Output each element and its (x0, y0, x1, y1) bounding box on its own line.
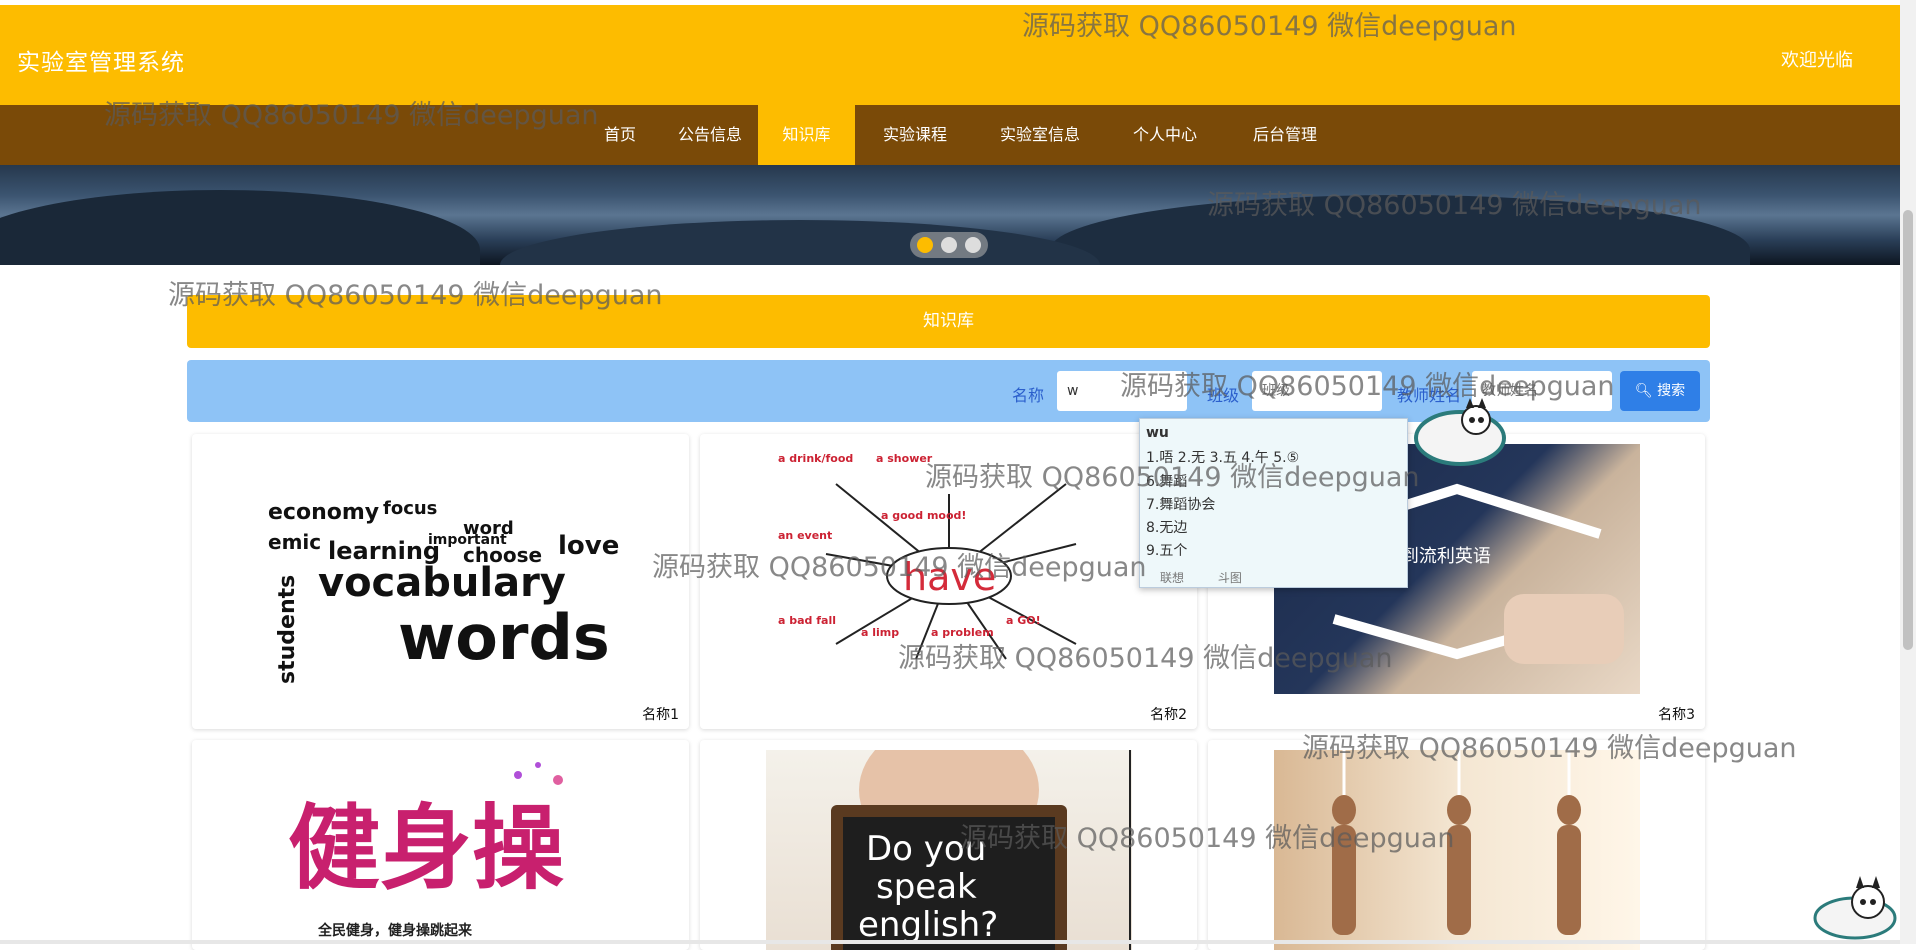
card-caption: 名称3 (1658, 707, 1695, 723)
svg-text:english?: english? (858, 905, 998, 945)
svg-text:a bad fall: a bad fall (778, 614, 836, 627)
svg-text:全民健身，健身操跳起来: 全民健身，健身操跳起来 (317, 922, 473, 939)
ime-candidate[interactable]: 7.舞蹈协会 (1146, 494, 1215, 514)
scrollbar-thumb[interactable] (1903, 210, 1913, 650)
card-image: have a drink/food a shower an event a good… (766, 444, 1132, 694)
svg-text:vocabulary: vocabulary (318, 560, 566, 606)
nav-personal-center[interactable]: 个人中心 (1115, 105, 1215, 165)
svg-text:speak: speak (876, 867, 977, 907)
carousel-dot-1[interactable] (917, 237, 933, 253)
ime-candidate[interactable]: 8.无边 (1146, 517, 1187, 537)
class-label: 班级 (1207, 386, 1240, 405)
svg-text:an event: an event (778, 529, 832, 542)
ime-candidate-row[interactable]: 1.唔 2.无 3.五 4.午 5.⑤ (1146, 447, 1299, 467)
card-caption: 名称1 (642, 707, 679, 723)
site-title: 实验室管理系统 (17, 50, 185, 76)
page-scrollbar[interactable] (1900, 0, 1916, 944)
cat-mascot-icon (1813, 876, 1897, 940)
card-caption: 名称2 (1150, 707, 1187, 723)
card-image-word: 健身操 (288, 795, 564, 902)
ime-composition: wu (1146, 425, 1169, 441)
ime-candidate-window: wu 1.唔 2.无 3.五 4.午 5.⑤ 6.舞蹈 7.舞蹈协会 8.无边 … (1139, 418, 1408, 588)
card-image: 健身操 全民健身，健身操跳起来 (258, 750, 624, 950)
svg-text:students: students (275, 575, 300, 684)
carousel-indicators (910, 232, 988, 258)
card-image-word: have (903, 555, 996, 599)
ime-candidate[interactable]: 6.舞蹈 (1146, 471, 1187, 491)
svg-text:a shower: a shower (876, 452, 933, 465)
card-image: economy focus emic learning important ch… (258, 444, 624, 694)
svg-text:word: word (463, 518, 514, 539)
svg-text:focus: focus (383, 498, 437, 519)
page-bottom-edge (0, 940, 1900, 944)
name-label: 名称 (1012, 386, 1045, 405)
ime-footer: 联想 斗图 (1160, 569, 1242, 586)
nav-courses[interactable]: 实验课程 (865, 105, 965, 165)
search-button[interactable]: 🔍︎ 搜索 (1620, 371, 1700, 411)
welcome-text: 欢迎光临 (1781, 50, 1853, 71)
nav-home[interactable]: 首页 (575, 105, 665, 165)
nav-knowledge-base[interactable]: 知识库 (758, 105, 855, 165)
main-nav: 首页 公告信息 知识库 实验课程 实验室信息 个人中心 后台管理 (0, 105, 1900, 165)
svg-text:words: words (398, 601, 610, 674)
svg-text:a problem: a problem (931, 626, 994, 639)
svg-text:a drink/food: a drink/food (778, 452, 853, 465)
carousel-dot-2[interactable] (941, 237, 957, 253)
svg-text:a limp: a limp (861, 626, 899, 639)
ime-association-tab[interactable]: 联想 (1160, 571, 1184, 585)
class-input[interactable] (1252, 371, 1382, 411)
ime-candidate[interactable]: 9.五个 (1146, 540, 1187, 560)
card-image (1274, 750, 1640, 950)
svg-text:love: love (558, 531, 619, 561)
section-title: 知识库 (187, 295, 1710, 348)
nav-announcements[interactable]: 公告信息 (655, 105, 765, 165)
knowledge-card[interactable] (1208, 740, 1705, 950)
knowledge-card[interactable]: economy focus emic learning important ch… (192, 434, 689, 729)
search-button-label: 搜索 (1657, 383, 1686, 399)
knowledge-card[interactable]: Do you speak english? (700, 740, 1197, 950)
carousel-dot-3[interactable] (965, 237, 981, 253)
ime-sticker-tab[interactable]: 斗图 (1218, 571, 1242, 585)
svg-text:a GO!: a GO! (1006, 614, 1041, 627)
top-header-bar: 实验室管理系统 欢迎光临 (0, 5, 1900, 105)
cat-mascot-icon (1414, 398, 1506, 466)
search-icon: 🔍︎ (1634, 383, 1653, 399)
name-input[interactable] (1057, 371, 1187, 411)
svg-text:Do you: Do you (866, 829, 986, 869)
svg-text:economy: economy (268, 500, 379, 525)
knowledge-card[interactable]: 健身操 全民健身，健身操跳起来 (192, 740, 689, 950)
knowledge-card[interactable]: have a drink/food a shower an event a good… (700, 434, 1197, 729)
svg-text:a good mood!: a good mood! (881, 509, 966, 522)
nav-lab-info[interactable]: 实验室信息 (985, 105, 1095, 165)
svg-text:emic: emic (268, 530, 321, 554)
card-image: Do you speak english? (766, 750, 1132, 950)
nav-admin[interactable]: 后台管理 (1235, 105, 1335, 165)
